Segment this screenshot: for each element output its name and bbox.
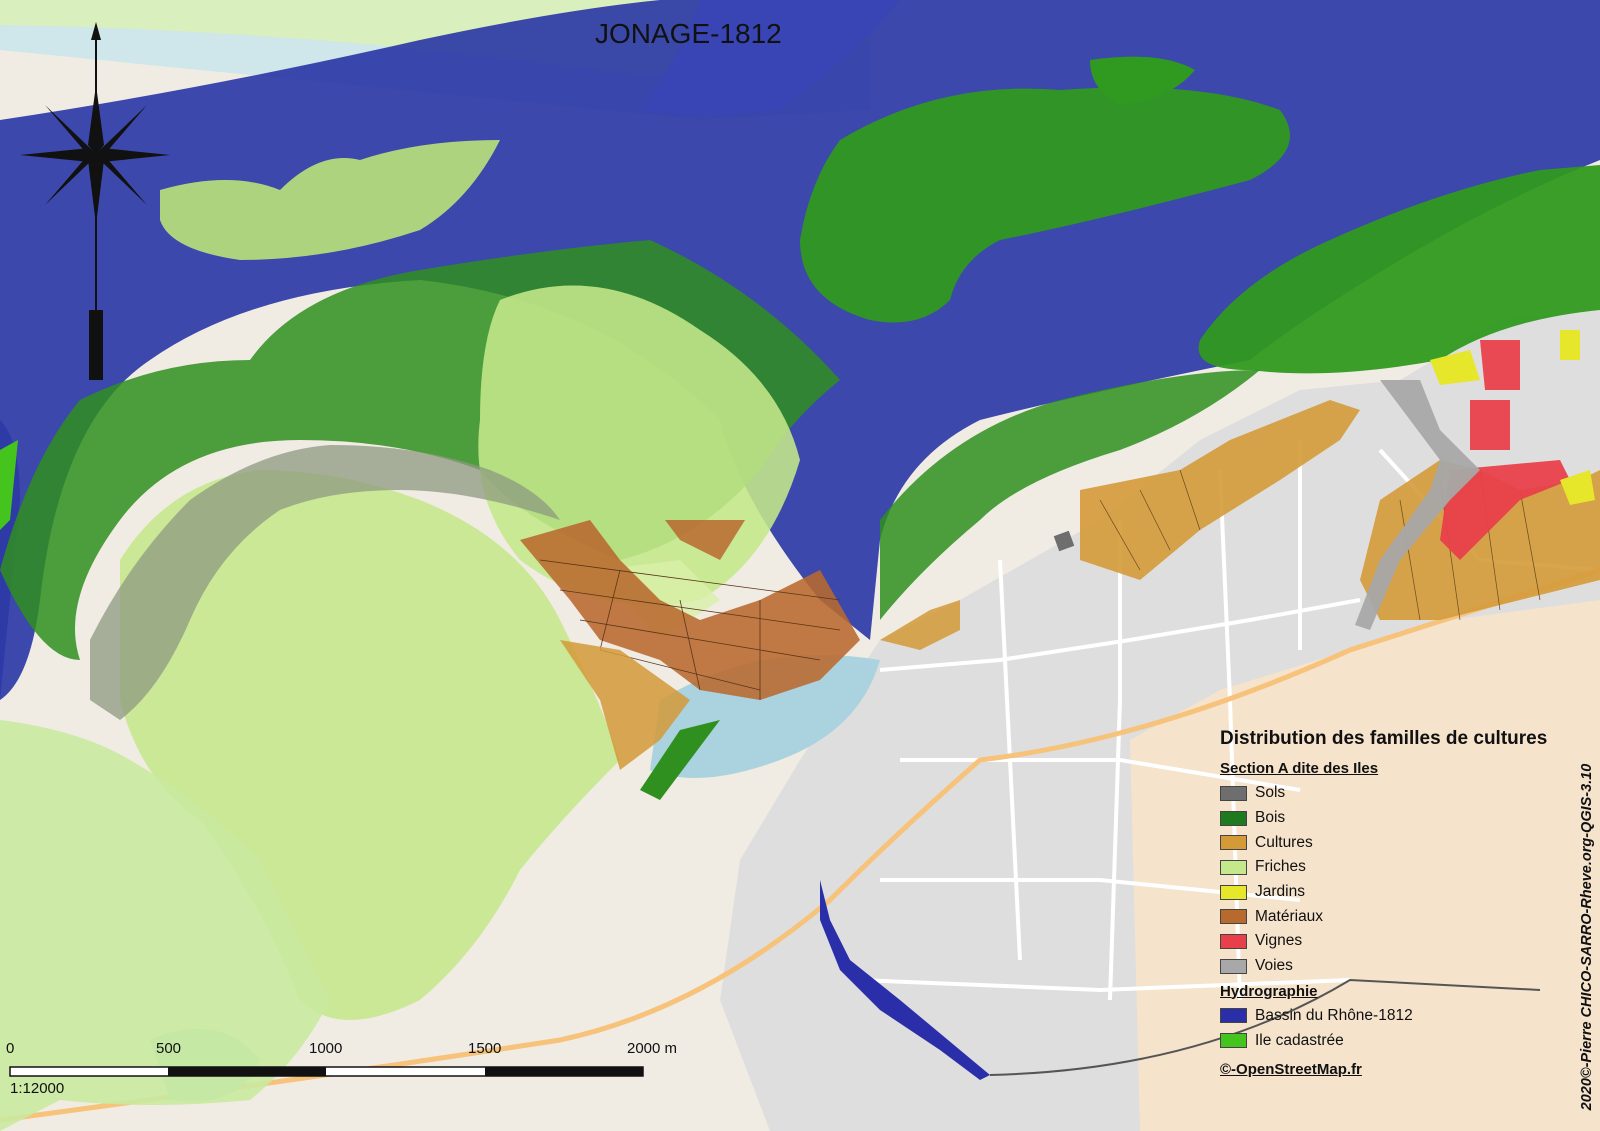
legend-label: Friches xyxy=(1255,858,1306,876)
vignes-plot-2 xyxy=(1470,400,1510,450)
side-credit: 2020©-Pierre CHICO-SARRO-Rheve.org-QGIS-… xyxy=(1576,752,1598,1122)
legend-swatch xyxy=(1220,884,1247,900)
legend-item: Voies xyxy=(1220,954,1592,979)
legend-swatch xyxy=(1220,859,1247,875)
legend-item: Cultures xyxy=(1220,830,1592,855)
legend-label: Vignes xyxy=(1255,932,1303,950)
legend-swatch xyxy=(1220,958,1247,974)
legend-items: Sols Bois Cultures Friches Jardins Matériaux V… xyxy=(1220,781,1592,979)
hydro-item: Ile cadastrée xyxy=(1220,1028,1592,1053)
legend-item: Vignes xyxy=(1220,929,1592,954)
legend-item: Sols xyxy=(1220,781,1592,806)
legend-label: Voies xyxy=(1255,957,1293,975)
legend-label: Cultures xyxy=(1255,833,1313,851)
vignes-plot-1 xyxy=(1480,340,1520,390)
legend-swatch xyxy=(1220,810,1247,826)
legend-title: Distribution des familles de cultures xyxy=(1220,728,1548,749)
legend-label: Jardins xyxy=(1255,883,1305,901)
legend: Distribution des familles de cultures Se… xyxy=(1220,728,1592,1078)
hydro-swatch xyxy=(1220,1008,1247,1024)
legend-label: Bois xyxy=(1255,809,1286,827)
legend-swatch xyxy=(1220,785,1247,801)
legend-label: Sols xyxy=(1255,784,1286,802)
scale-ratio: 1:12000 xyxy=(10,1080,65,1097)
hydro-item: Bassin du Rhône-1812 xyxy=(1220,1004,1592,1029)
scale-tick-1000: 1000 xyxy=(309,1040,343,1057)
legend-label: Matériaux xyxy=(1255,907,1324,925)
map-title: JONAGE-1812 xyxy=(595,18,782,49)
legend-item: Friches xyxy=(1220,855,1592,880)
scale-bar xyxy=(9,1066,644,1077)
scale-tick-1500: 1500 xyxy=(468,1040,502,1057)
legend-item: Matériaux xyxy=(1220,904,1592,929)
legend-hydro-label: Hydrographie xyxy=(1220,982,1318,1000)
legend-swatch xyxy=(1220,835,1247,851)
side-credit-text: 2020©-Pierre CHICO-SARRO-Rheve.org-QGIS-… xyxy=(1579,763,1595,1111)
legend-item: Bois xyxy=(1220,806,1592,831)
hydro-label: Ile cadastrée xyxy=(1255,1031,1344,1049)
scale-tick-0: 0 xyxy=(6,1040,15,1057)
scale-tick-2000: 2000 m xyxy=(627,1040,678,1057)
legend-swatch xyxy=(1220,909,1247,925)
legend-section-label: Section A dite des Iles xyxy=(1220,760,1379,777)
osm-credit[interactable]: ©-OpenStreetMap.fr xyxy=(1220,1061,1592,1078)
legend-item: Jardins xyxy=(1220,880,1592,905)
hydro-swatch xyxy=(1220,1033,1247,1049)
jardins-plot-2 xyxy=(1560,330,1580,360)
scale-tick-500: 500 xyxy=(156,1040,182,1057)
legend-swatch xyxy=(1220,933,1247,949)
hydro-label: Bassin du Rhône-1812 xyxy=(1255,1006,1413,1024)
legend-hydro-items: Bassin du Rhône-1812 Ile cadastrée xyxy=(1220,1004,1592,1053)
